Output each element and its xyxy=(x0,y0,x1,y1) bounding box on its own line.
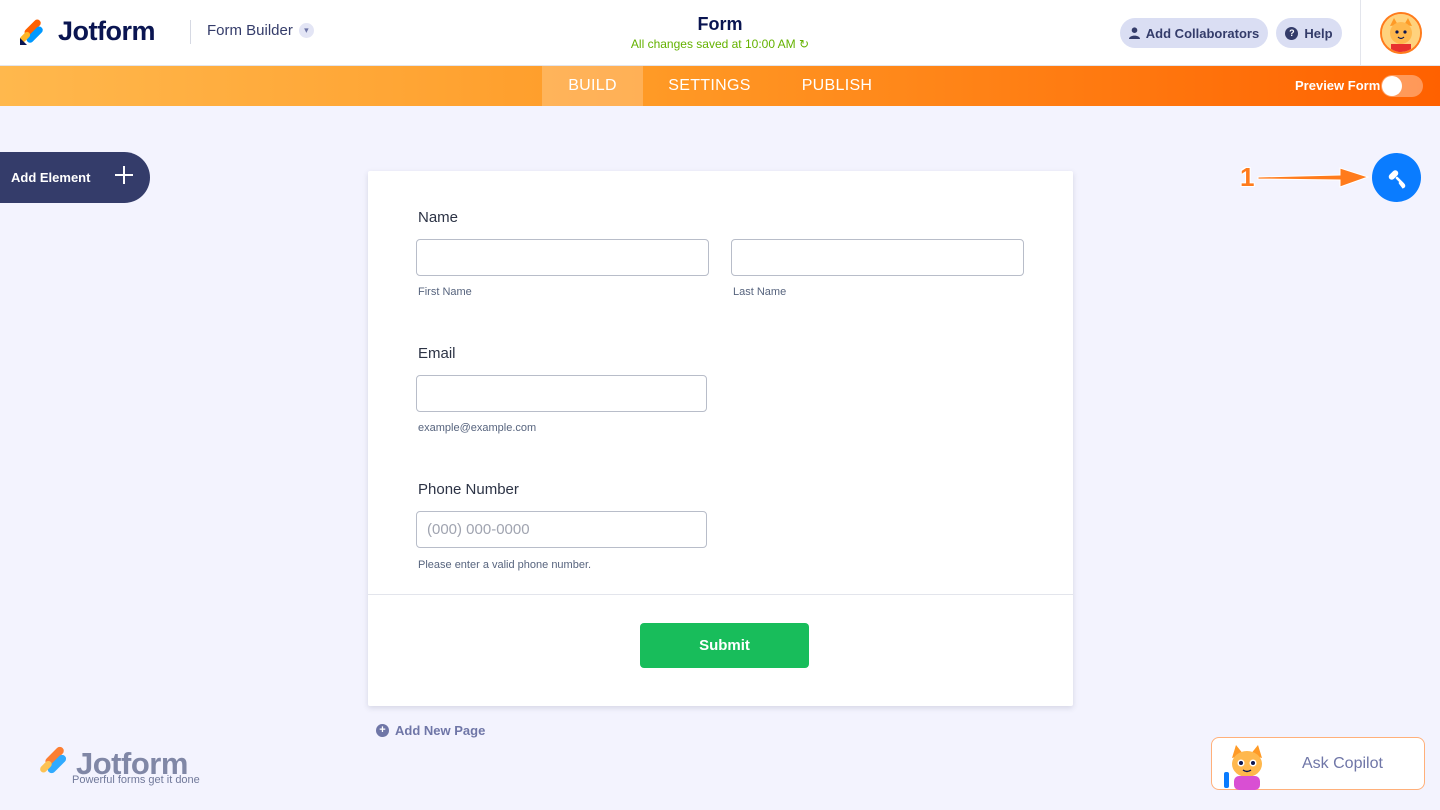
preview-form-label: Preview Form xyxy=(1295,78,1381,93)
arrow-icon xyxy=(1257,167,1370,188)
help-button[interactable]: ? Help xyxy=(1276,18,1342,48)
avatar-cat-icon xyxy=(1382,14,1420,52)
chevron-down-icon: ▾ xyxy=(298,23,314,38)
email-input[interactable] xyxy=(416,375,707,412)
add-collaborators-label: Add Collaborators xyxy=(1145,25,1260,41)
form-title[interactable]: Form xyxy=(620,14,820,35)
user-avatar[interactable] xyxy=(1380,12,1422,54)
form-designer-button[interactable] xyxy=(1372,153,1421,202)
form-builder-label: Form Builder xyxy=(207,22,293,39)
phone-input[interactable] xyxy=(416,511,707,548)
add-collaborators-button[interactable]: Add Collaborators xyxy=(1120,18,1268,48)
tab-settings[interactable]: SETTINGS xyxy=(650,66,769,106)
help-label: Help xyxy=(1304,25,1333,41)
form-builder-menu[interactable]: Form Builder ▾ xyxy=(207,22,314,39)
header-divider xyxy=(190,20,191,44)
email-sublabel: example@example.com xyxy=(418,422,537,434)
tab-publish[interactable]: PUBLISH xyxy=(785,66,889,106)
collaborator-icon xyxy=(1128,27,1140,39)
jotform-logo-icon xyxy=(19,19,43,45)
help-icon: ? xyxy=(1285,26,1299,40)
preview-form-toggle[interactable] xyxy=(1381,75,1423,97)
phone-sublabel: Please enter a valid phone number. xyxy=(418,559,592,571)
first-name-input[interactable] xyxy=(416,239,709,276)
save-status: All changes saved at 10:00 AM ↻ xyxy=(570,37,870,51)
ask-copilot-button[interactable]: Ask Copilot xyxy=(1211,737,1425,790)
phone-field-label[interactable]: Phone Number xyxy=(418,481,519,498)
annotation-number: 1 xyxy=(1240,162,1255,192)
brand-name: Jotform xyxy=(58,16,156,46)
watermark-logo-icon xyxy=(40,746,67,774)
header-divider-right xyxy=(1360,0,1361,66)
first-name-sublabel: First Name xyxy=(418,286,472,298)
paint-roller-icon xyxy=(1388,169,1405,189)
add-new-page-button[interactable]: + Add New Page xyxy=(376,723,485,738)
plus-icon xyxy=(114,165,134,185)
add-element-label: Add Element xyxy=(11,170,91,185)
name-field-label[interactable]: Name xyxy=(418,209,458,226)
ask-copilot-label: Ask Copilot xyxy=(1302,755,1383,772)
add-element-button[interactable]: Add Element xyxy=(0,152,150,203)
last-name-sublabel: Last Name xyxy=(733,286,787,298)
submit-button[interactable]: Submit xyxy=(640,623,809,668)
jotform-logo[interactable]: Jotform xyxy=(18,16,156,47)
toggle-knob xyxy=(1382,76,1402,96)
save-status-text: All changes saved at 10:00 AM xyxy=(630,37,796,51)
add-new-page-label: Add New Page xyxy=(395,723,486,738)
refresh-icon: ↻ xyxy=(799,37,810,51)
card-divider xyxy=(368,594,1073,595)
watermark-tagline: Powerful forms get it done xyxy=(72,774,200,786)
last-name-input[interactable] xyxy=(731,239,1024,276)
top-header: Jotform Form Builder ▾ Form All changes … xyxy=(0,0,1440,66)
email-field-label[interactable]: Email xyxy=(418,345,456,362)
plus-circle-icon: + xyxy=(376,724,389,737)
form-card: Name First Name Last Name Email example@… xyxy=(368,171,1073,706)
copilot-cat-icon xyxy=(1224,745,1262,790)
tab-build[interactable]: BUILD xyxy=(542,66,643,106)
builder-nav: BUILD SETTINGS PUBLISH Preview Form xyxy=(0,66,1440,106)
